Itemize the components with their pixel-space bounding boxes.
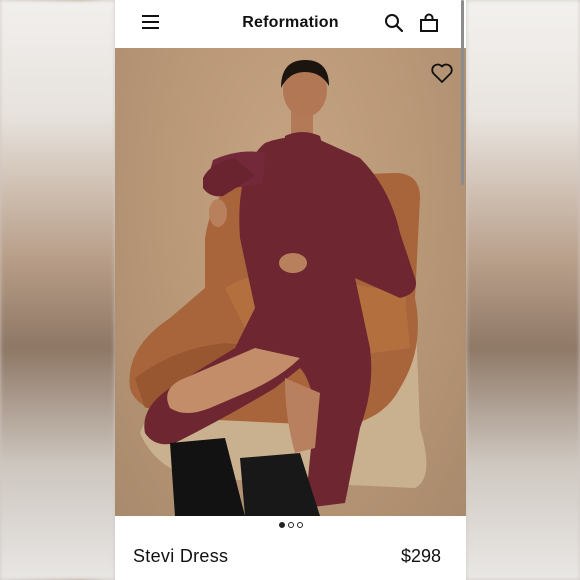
product-image[interactable] (115, 48, 466, 516)
model-photo-illustration (129, 60, 427, 516)
search-icon[interactable] (384, 13, 404, 33)
product-price: $298 (400, 546, 441, 566)
brand-logo[interactable]: Reformation (115, 14, 466, 32)
top-nav-bar: Reformation (115, 0, 466, 48)
blurred-background-right (466, 0, 580, 580)
blurred-background-left (0, 0, 115, 580)
app-screen: Reformation Stevi Dress $298 (115, 0, 466, 580)
product-name[interactable]: Stevi Dress (133, 546, 228, 567)
image-carousel-indicator (115, 522, 466, 528)
carousel-dot-3[interactable] (296, 522, 303, 528)
carousel-dot-1[interactable] (278, 522, 285, 528)
carousel-dot-2[interactable] (287, 522, 294, 528)
scrollbar[interactable] (461, 0, 464, 185)
bag-icon[interactable] (419, 13, 439, 33)
wishlist-heart-icon[interactable] (430, 62, 454, 84)
